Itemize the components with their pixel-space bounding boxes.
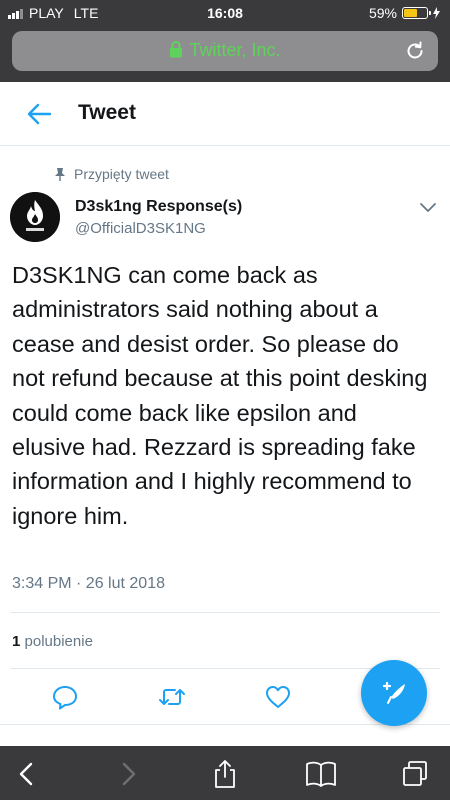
avatar-logo-icon	[10, 192, 60, 242]
arrow-left-icon[interactable]	[26, 102, 52, 126]
browser-toolbar	[0, 746, 450, 800]
avatar[interactable]	[10, 192, 60, 242]
likes-label: polubienie	[24, 633, 93, 650]
charging-icon	[433, 7, 440, 19]
address-bar[interactable]: Twitter, Inc.	[12, 31, 438, 71]
share-icon[interactable]	[210, 759, 240, 789]
tweet-text: D3SK1NG can come back as administrators …	[12, 262, 428, 529]
display-name[interactable]: D3sk1ng Response(s)	[75, 198, 242, 216]
status-bar: PLAY LTE 16:08 59%	[0, 0, 450, 26]
bookmarks-icon[interactable]	[304, 759, 338, 789]
status-right: 59%	[369, 5, 440, 21]
battery-icon	[402, 7, 431, 19]
forward-icon[interactable]	[113, 759, 143, 789]
tweet-timestamp[interactable]: 3:34 PM · 26 lut 2018	[12, 575, 165, 593]
reply-icon[interactable]	[51, 683, 79, 711]
back-icon[interactable]	[12, 759, 42, 789]
likes-summary[interactable]: 1 polubienie	[12, 633, 93, 650]
user-handle[interactable]: @OfficialD3SK1NG	[75, 220, 206, 237]
browser-top-chrome: PLAY LTE 16:08 59% Twitter, Inc.	[0, 0, 450, 82]
heart-icon[interactable]	[264, 683, 292, 711]
divider	[10, 612, 440, 613]
page-title: Tweet	[78, 101, 136, 124]
pinned-label: Przypięty tweet	[74, 166, 169, 182]
compose-tweet-icon	[382, 681, 405, 704]
lock-icon	[170, 41, 183, 58]
site-name: Twitter, Inc.	[189, 40, 281, 60]
pinned-indicator: Przypięty tweet	[54, 166, 169, 182]
reload-icon[interactable]	[404, 40, 426, 62]
pin-icon	[55, 168, 65, 181]
tabs-icon[interactable]	[400, 759, 430, 789]
likes-count: 1	[12, 633, 21, 650]
compose-tweet-button[interactable]	[361, 660, 427, 726]
tweet-header: Tweet	[0, 82, 450, 146]
chevron-down-icon[interactable]	[418, 200, 438, 214]
battery-percent: 59%	[368, 5, 397, 21]
retweet-icon[interactable]	[158, 683, 186, 711]
address-text: Twitter, Inc.	[12, 40, 438, 61]
